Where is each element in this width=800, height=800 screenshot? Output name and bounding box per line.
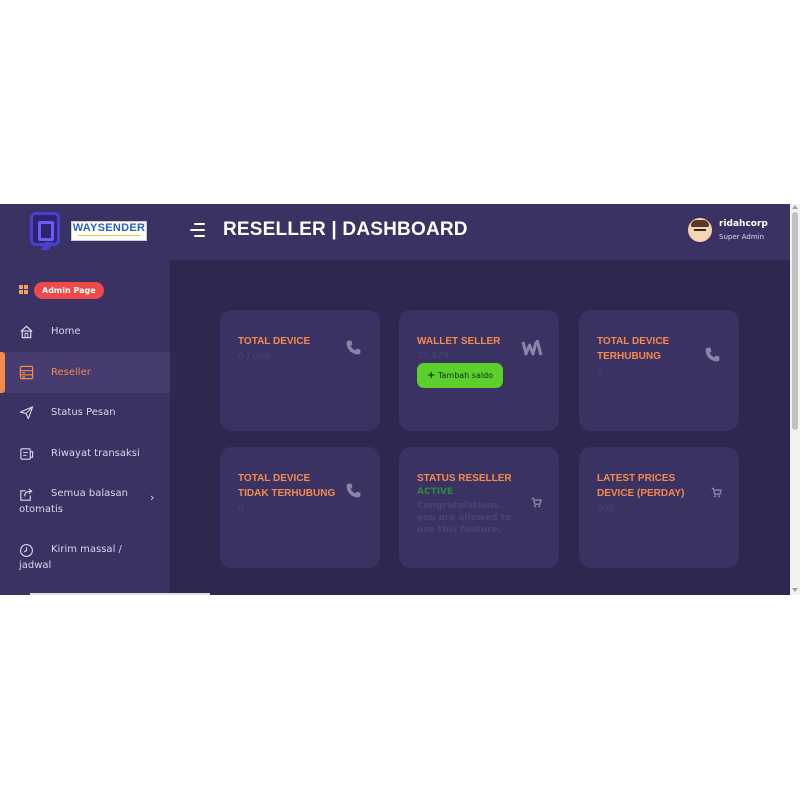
sidebar-item-home[interactable]: Home: [0, 319, 170, 344]
cart-icon: [531, 497, 542, 508]
card-wallet-seller: WALLET SELLER 35.479 + Tambah saldo: [399, 310, 559, 431]
chevron-right-icon[interactable]: ›: [150, 491, 154, 504]
sidebar-item-semua-balasan-otomatis[interactable]: Semua balasan otomatis ›: [0, 482, 170, 520]
scrollbar-thumb[interactable]: [792, 212, 798, 430]
phone-icon: [346, 483, 361, 498]
send-icon: [19, 406, 34, 420]
wallet-icon: [521, 339, 543, 356]
card-title: LATEST PRICES DEVICE (PERDAY): [597, 473, 685, 499]
sidebar-item-label: Riwayat transaksi: [51, 448, 140, 459]
sidebar-item-label: Kirim massal / jadwal: [19, 544, 122, 571]
sidebar-item-label: Home: [51, 326, 81, 337]
card-title: STATUS RESELLER: [417, 473, 512, 484]
user-name[interactable]: ridahcorp: [719, 219, 768, 229]
vertical-scrollbar[interactable]: [790, 204, 800, 595]
card-title: TOTAL DEVICE: [238, 336, 311, 347]
logo-mark-icon: [30, 212, 60, 246]
grid-icon: [19, 285, 28, 294]
status-badge: ACTIVE: [417, 487, 454, 497]
sidebar-item-riwayat-transaksi[interactable]: Riwayat transaksi: [0, 443, 170, 468]
logo-text: WAYSENDER: [72, 222, 146, 234]
avatar[interactable]: [688, 218, 712, 242]
sidebar-item-label: Semua balasan otomatis: [19, 488, 128, 515]
cart-icon: [711, 487, 722, 498]
card-value: 0: [597, 367, 603, 377]
card-value: 500: [597, 504, 615, 514]
sidebar-item-kirim-massal[interactable]: Kirim massal / jadwal: [0, 538, 170, 576]
horizontal-scrollbar[interactable]: [30, 593, 210, 595]
card-latest-prices: LATEST PRICES DEVICE (PERDAY) 500: [579, 447, 739, 568]
sidebar-item-label: Status Pesan: [51, 407, 116, 418]
phone-icon: [346, 340, 361, 355]
top-header: RESELLER | DASHBOARD ridahcorp Super Adm…: [170, 204, 790, 260]
menu-toggle-icon[interactable]: [190, 223, 205, 237]
page-title: RESELLER | DASHBOARD: [223, 219, 468, 240]
card-total-device: TOTAL DEVICE 0 / unit: [220, 310, 380, 431]
sidebar: WAYSENDER Admin Page Home Reseller Statu…: [0, 204, 210, 595]
plus-icon: +: [427, 370, 436, 381]
logo[interactable]: WAYSENDER: [0, 204, 170, 260]
tambah-saldo-label: Tambah saldo: [437, 371, 494, 380]
card-status-reseller: STATUS RESELLER ACTIVE Congratulations..…: [399, 447, 559, 568]
card-title: TOTAL DEVICE TIDAK TERHUBUNG: [238, 473, 336, 499]
card-value: 0: [238, 504, 244, 514]
dashboard-icon: [19, 365, 34, 380]
card-value: 35.479: [417, 351, 449, 361]
receipt-icon: [20, 448, 34, 460]
sidebar-item-label: Reseller: [51, 367, 91, 378]
logo-wordmark: WAYSENDER: [71, 221, 147, 241]
card-total-device-tidak-terhubung: TOTAL DEVICE TIDAK TERHUBUNG 0: [220, 447, 380, 568]
scroll-down-arrow-icon[interactable]: [792, 588, 798, 592]
home-icon: [20, 325, 33, 339]
sidebar-item-reseller[interactable]: Reseller: [0, 352, 170, 393]
tambah-saldo-button[interactable]: + Tambah saldo: [417, 363, 504, 388]
user-role: Super Admin: [719, 233, 765, 241]
card-total-device-terhubung: TOTAL DEVICE TERHUBUNG 0: [579, 310, 739, 431]
card-value: 0 / unit: [238, 352, 270, 362]
sidebar-item-status-pesan[interactable]: Status Pesan: [0, 402, 170, 427]
card-title: TOTAL DEVICE TERHUBUNG: [597, 336, 670, 362]
phone-icon: [705, 347, 720, 362]
card-title: WALLET SELLER: [417, 336, 501, 347]
admin-page-badge[interactable]: Admin Page: [34, 282, 104, 299]
scroll-up-arrow-icon[interactable]: [792, 205, 798, 209]
app-window: WAYSENDER Admin Page Home Reseller Statu…: [0, 204, 800, 595]
status-note: Congratulations.. you are allowed to use…: [417, 501, 512, 535]
